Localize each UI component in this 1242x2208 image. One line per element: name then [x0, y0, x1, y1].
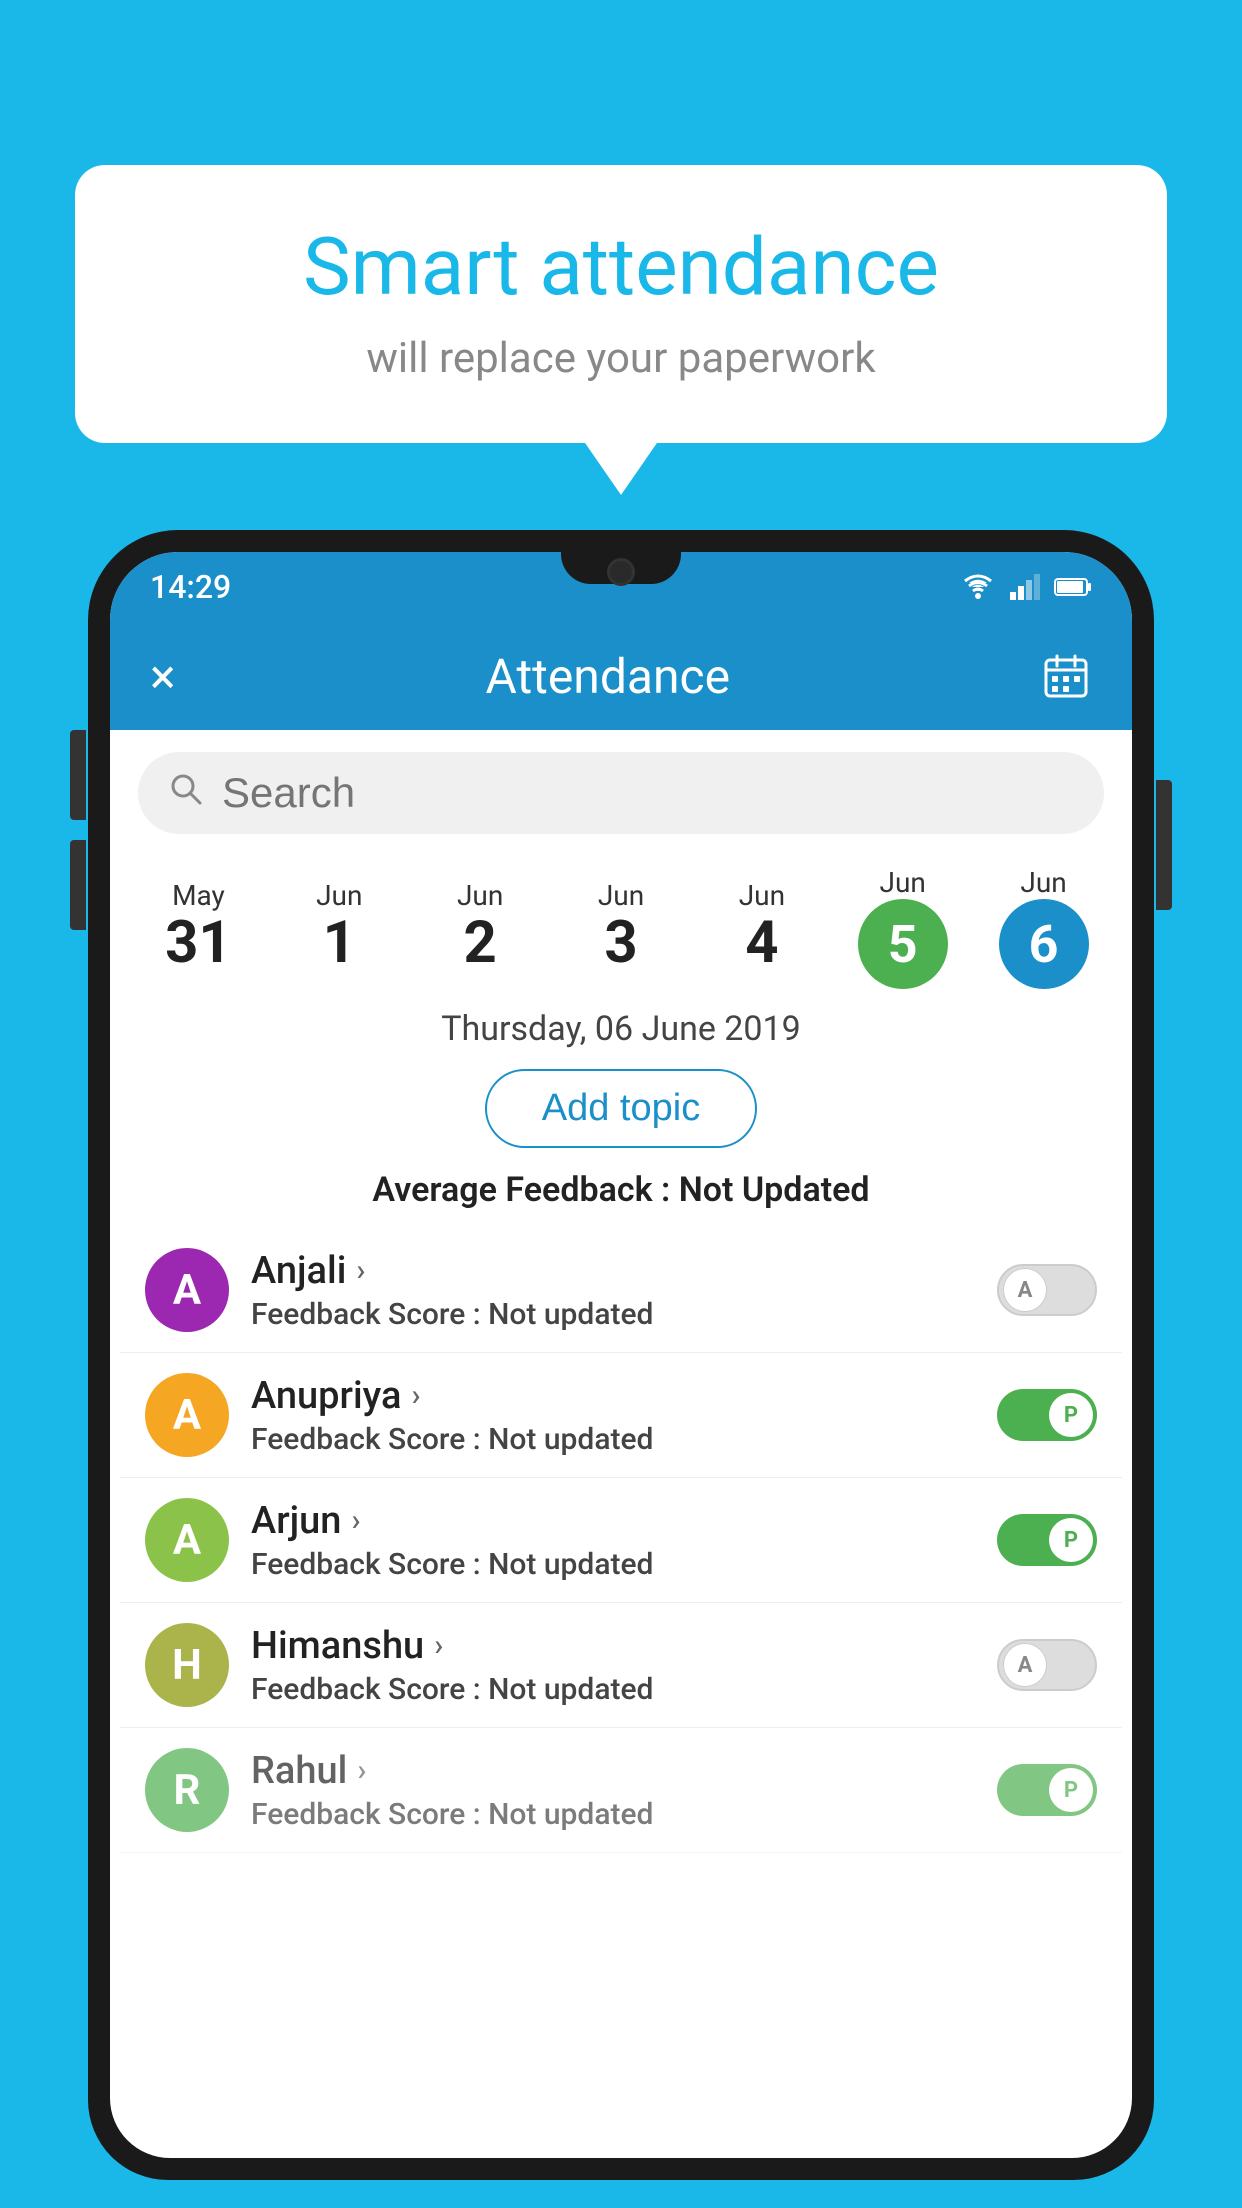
phone-screen: 14:29	[110, 552, 1132, 2158]
app-title: Attendance	[486, 648, 731, 705]
toggle-rahul[interactable]: P	[997, 1764, 1097, 1816]
toggle-arjun[interactable]: P	[997, 1514, 1097, 1566]
date-may31[interactable]: May 31	[128, 879, 269, 976]
avatar-arjun: A	[145, 1498, 229, 1582]
add-topic-button[interactable]: Add topic	[485, 1069, 757, 1148]
phone-wrapper: 14:29	[88, 530, 1154, 2208]
toggle-knob: A	[1003, 1643, 1047, 1687]
toggle-knob: P	[1049, 1393, 1093, 1437]
avatar-himanshu: H	[145, 1623, 229, 1707]
toggle-knob: P	[1049, 1768, 1093, 1812]
avatar-anjali: A	[145, 1248, 229, 1332]
close-button[interactable]: ×	[150, 648, 176, 705]
toggle-anjali[interactable]: A	[997, 1264, 1097, 1316]
avatar-anupriya: A	[145, 1373, 229, 1457]
avg-feedback-label: Average Feedback :	[372, 1170, 670, 1210]
calendar-icon	[1042, 652, 1090, 700]
toggle-off-himanshu[interactable]: A	[997, 1639, 1097, 1691]
student-feedback-arjun: Feedback Score : Not updated	[251, 1547, 997, 1582]
student-name-arjun: Arjun ›	[251, 1499, 997, 1543]
search-bar[interactable]	[138, 752, 1104, 834]
wifi-icon	[960, 573, 996, 601]
student-feedback-anjali: Feedback Score : Not updated	[251, 1297, 997, 1332]
student-row-himanshu[interactable]: H Himanshu › Feedback Score : Not update…	[120, 1603, 1122, 1728]
student-name-anupriya: Anupriya ›	[251, 1374, 997, 1418]
power-button	[1156, 780, 1172, 910]
toggle-knob: P	[1049, 1518, 1093, 1562]
chevron-icon: ›	[411, 1378, 420, 1413]
avatar-rahul: R	[145, 1748, 229, 1832]
student-list: A Anjali › Feedback Score : Not updated	[110, 1228, 1132, 1853]
student-feedback-rahul: Feedback Score : Not updated	[251, 1797, 997, 1832]
student-info-himanshu: Himanshu › Feedback Score : Not updated	[251, 1624, 997, 1707]
signal-icon	[1010, 574, 1040, 600]
search-icon	[168, 771, 204, 816]
student-row-anjali[interactable]: A Anjali › Feedback Score : Not updated	[120, 1228, 1122, 1353]
bubble-title: Smart attendance	[135, 220, 1107, 314]
student-row-rahul[interactable]: R Rahul › Feedback Score : Not updated	[120, 1728, 1122, 1853]
student-feedback-himanshu: Feedback Score : Not updated	[251, 1672, 997, 1707]
avg-feedback-value: Not Updated	[679, 1170, 870, 1210]
toggle-on-rahul[interactable]: P	[997, 1764, 1097, 1816]
date-jun3[interactable]: Jun 3	[551, 879, 692, 976]
toggle-anupriya[interactable]: P	[997, 1389, 1097, 1441]
student-info-anjali: Anjali › Feedback Score : Not updated	[251, 1249, 997, 1332]
date-jun6[interactable]: Jun 6	[973, 866, 1114, 989]
date-jun4[interactable]: Jun 4	[691, 879, 832, 976]
app-bar: × Attendance	[110, 622, 1132, 730]
chevron-icon: ›	[434, 1628, 443, 1663]
toggle-on-anupriya[interactable]: P	[997, 1389, 1097, 1441]
student-name-himanshu: Himanshu ›	[251, 1624, 997, 1668]
search-input[interactable]	[222, 769, 1074, 817]
toggle-knob: A	[1003, 1268, 1047, 1312]
student-name-rahul: Rahul ›	[251, 1749, 997, 1793]
bubble-subtitle: will replace your paperwork	[135, 334, 1107, 383]
camera-dot	[607, 558, 635, 586]
vol-down-button	[70, 840, 86, 930]
status-time: 14:29	[150, 568, 231, 606]
date-jun2[interactable]: Jun 2	[410, 879, 551, 976]
speech-bubble: Smart attendance will replace your paper…	[75, 165, 1167, 443]
student-row-arjun[interactable]: A Arjun › Feedback Score : Not updated	[120, 1478, 1122, 1603]
student-name-anjali: Anjali ›	[251, 1249, 997, 1293]
phone-outer: 14:29	[88, 530, 1154, 2180]
chevron-icon: ›	[351, 1503, 360, 1538]
toggle-off-anjali[interactable]: A	[997, 1264, 1097, 1316]
chevron-icon: ›	[357, 1753, 366, 1788]
date-jun1[interactable]: Jun 1	[269, 879, 410, 976]
date-jun5[interactable]: Jun 5	[832, 866, 973, 989]
student-feedback-anupriya: Feedback Score : Not updated	[251, 1422, 997, 1457]
toggle-himanshu[interactable]: A	[997, 1639, 1097, 1691]
student-info-rahul: Rahul › Feedback Score : Not updated	[251, 1749, 997, 1832]
student-info-anupriya: Anupriya › Feedback Score : Not updated	[251, 1374, 997, 1457]
chevron-icon: ›	[356, 1253, 365, 1288]
selected-date: Thursday, 06 June 2019	[110, 1009, 1132, 1049]
battery-icon	[1054, 577, 1092, 597]
student-info-arjun: Arjun › Feedback Score : Not updated	[251, 1499, 997, 1582]
average-feedback: Average Feedback : Not Updated	[110, 1170, 1132, 1210]
date-picker-row: May 31 Jun 1 Jun 2 Jun 3 Jun 4	[110, 856, 1132, 999]
student-row-anupriya[interactable]: A Anupriya › Feedback Score : Not update…	[120, 1353, 1122, 1478]
toggle-on-arjun[interactable]: P	[997, 1514, 1097, 1566]
vol-up-button	[70, 730, 86, 820]
calendar-button[interactable]	[1040, 650, 1092, 702]
status-icons	[960, 573, 1092, 601]
